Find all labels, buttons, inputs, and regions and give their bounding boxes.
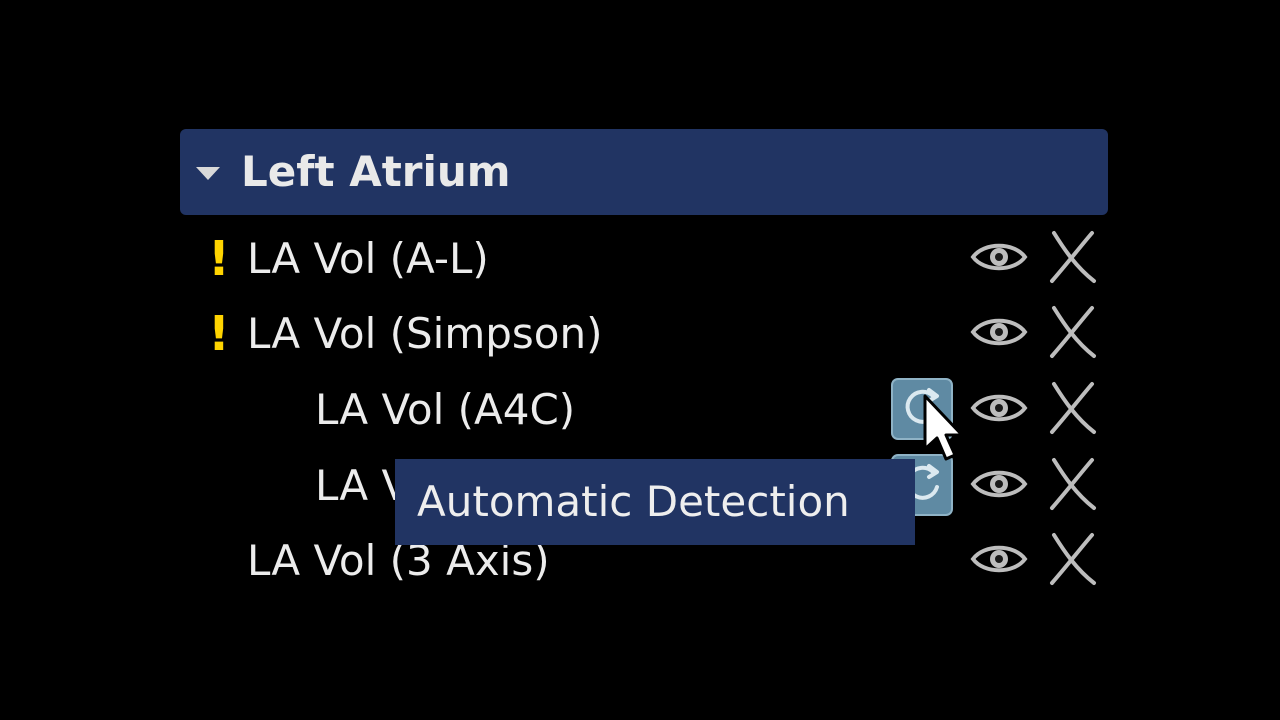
section-header-left-atrium[interactable]: Left Atrium xyxy=(180,129,1108,215)
measurement-label: LA Vol (A-L) xyxy=(247,234,489,283)
eye-icon[interactable] xyxy=(970,466,1028,502)
measurement-label: LA Vol (Simpson) xyxy=(247,309,603,358)
eye-icon[interactable] xyxy=(970,314,1028,350)
measurement-label: LA Vol (A4C) xyxy=(315,385,576,434)
caliper-x-icon[interactable] xyxy=(1046,531,1098,587)
tooltip: Automatic Detection xyxy=(395,459,915,545)
caliper-x-icon[interactable] xyxy=(1046,380,1098,436)
measurement-row-la-vol-a4c[interactable]: LA Vol (A4C) xyxy=(180,378,1108,440)
eye-icon[interactable] xyxy=(970,239,1028,275)
section-title: Left Atrium xyxy=(241,147,511,196)
eye-icon[interactable] xyxy=(970,541,1028,577)
tooltip-text: Automatic Detection xyxy=(417,477,850,526)
warning-icon: ! xyxy=(208,231,230,287)
eye-icon[interactable] xyxy=(970,390,1028,426)
measurement-row-la-vol-a-l[interactable]: ! LA Vol (A-L) xyxy=(180,229,1108,289)
caret-down-icon[interactable] xyxy=(196,167,220,180)
warning-icon: ! xyxy=(208,306,230,362)
caliper-x-icon[interactable] xyxy=(1046,229,1098,285)
measurement-row-la-vol-simpson[interactable]: ! LA Vol (Simpson) xyxy=(180,304,1108,364)
mouse-cursor-icon xyxy=(923,394,964,461)
caliper-x-icon[interactable] xyxy=(1046,456,1098,512)
caliper-x-icon[interactable] xyxy=(1046,304,1098,360)
